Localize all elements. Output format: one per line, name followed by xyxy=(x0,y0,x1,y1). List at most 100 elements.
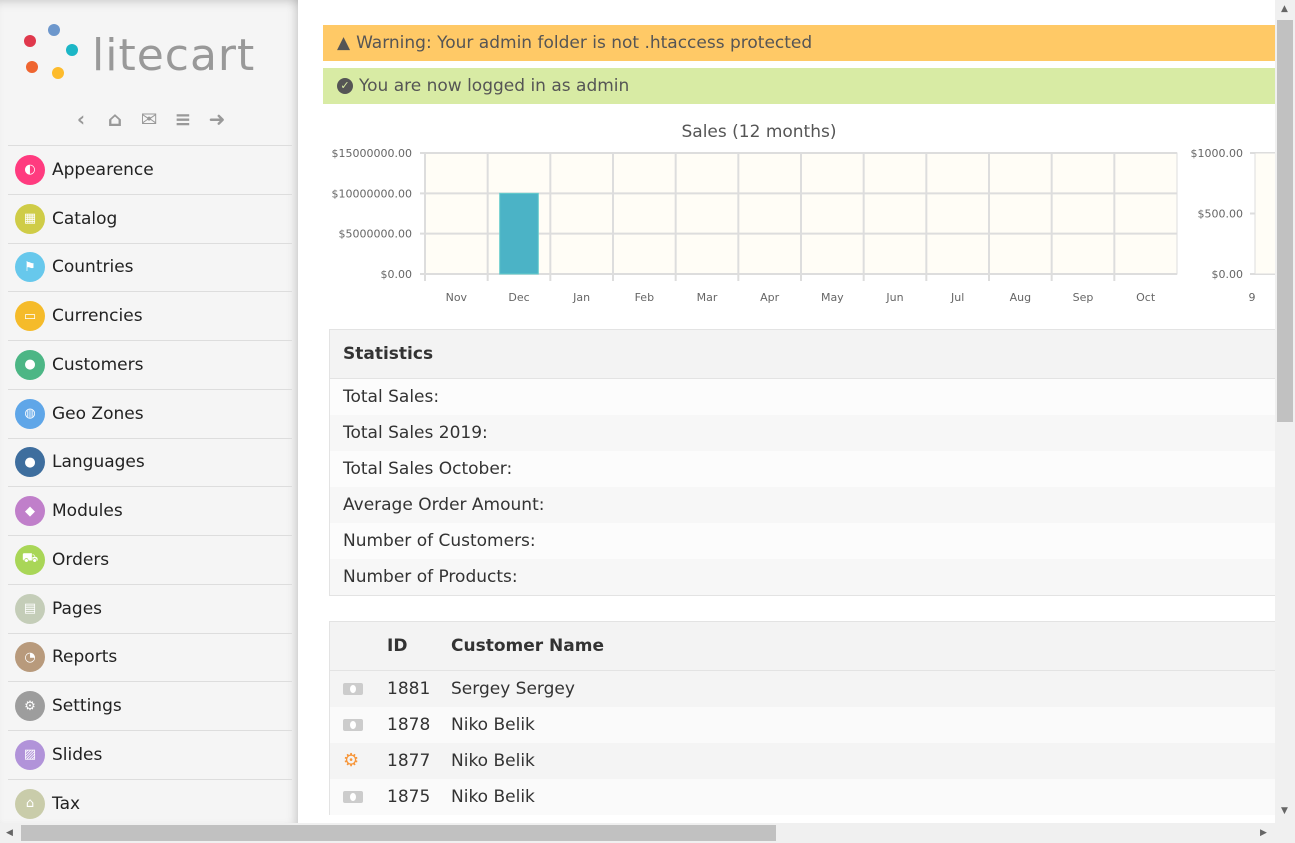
warning-icon: ▲ xyxy=(337,33,351,53)
check-circle-icon: ✓ xyxy=(337,78,353,94)
customer-name: Niko Belik xyxy=(451,715,535,735)
customer-name: Sergey Sergey xyxy=(451,679,575,699)
y-tick-label: $10000000.00 xyxy=(332,187,412,200)
sidebar-item-label: Customers xyxy=(52,354,144,375)
sidebar-item-label: Pages xyxy=(52,598,103,619)
scroll-down-arrow[interactable]: ▼ xyxy=(1281,806,1288,816)
sidebar-item-settings[interactable]: ⚙ Settings xyxy=(8,681,292,730)
table-header: ID Customer Name xyxy=(330,622,1275,671)
sidebar-item-label: Orders xyxy=(52,549,110,570)
warning-alert: ▲ Warning: Your admin folder is not .htac… xyxy=(323,25,1275,61)
secondary-plot-area xyxy=(1254,152,1275,275)
order-id: 1877 xyxy=(387,751,431,771)
table-row[interactable]: 1875 Niko Belik xyxy=(330,779,1275,815)
gears-icon: ⚙ xyxy=(15,691,45,722)
image-icon: ▨ xyxy=(15,739,45,770)
sidebar-item-label: Appearence xyxy=(52,159,154,180)
mail-icon[interactable]: ✉ xyxy=(138,107,160,131)
x-tick-label: Nov xyxy=(446,291,468,304)
sidebar-item-reports[interactable]: ◔ Reports xyxy=(8,632,292,682)
sidebar-item-label: Slides xyxy=(52,744,103,765)
x-tick-label: May xyxy=(821,291,844,304)
secondary-y-tick-label: $1000.00 xyxy=(1191,147,1244,160)
sidebar-item-customers[interactable]: ● Customers xyxy=(8,340,292,389)
x-tick-label: Dec xyxy=(508,291,529,304)
y-tick-label: $0.00 xyxy=(381,268,413,281)
orders-table: ID Customer Name 1881 Sergey Sergey 1878 Ni… xyxy=(329,621,1275,815)
horizontal-scroll-thumb[interactable] xyxy=(21,825,776,841)
sidebar-item-slides[interactable]: ▨ Slides xyxy=(8,730,292,779)
chart-title: Sales (12 months) xyxy=(682,122,837,142)
column-customer-name[interactable]: Customer Name xyxy=(451,636,604,656)
back-icon[interactable]: ‹ xyxy=(70,107,92,131)
adjust-icon: ◐ xyxy=(15,154,45,185)
sidebar-item-tax[interactable]: ⌂ Tax xyxy=(8,778,292,828)
order-id: 1878 xyxy=(387,715,431,735)
globe-icon: ◍ xyxy=(15,398,45,429)
x-tick-label: Jan xyxy=(572,291,590,304)
money-icon xyxy=(343,683,363,695)
database-icon[interactable]: ≡ xyxy=(172,107,194,131)
x-tick-label: Jul xyxy=(950,291,964,304)
sidebar: litecart ‹ ⌂ ✉ ≡ ➜ ◐ Appearence ▦ Catalog ⚑ Count… xyxy=(0,0,298,823)
sidebar-item-currencies[interactable]: ▭ Currencies xyxy=(8,291,292,340)
sidebar-item-label: Catalog xyxy=(52,208,118,229)
sidebar-item-label: Countries xyxy=(52,257,134,278)
x-tick-label: Sep xyxy=(1073,291,1094,304)
x-tick-label: Jun xyxy=(885,291,903,304)
secondary-y-tick-label: $500.00 xyxy=(1198,208,1244,221)
sidebar-item-appearence[interactable]: ◐ Appearence xyxy=(8,145,292,194)
secondary-y-tick-label: $0.00 xyxy=(1212,268,1244,281)
table-row[interactable]: 1878 Niko Belik xyxy=(330,707,1275,743)
table-row[interactable]: ⚙ 1877 Niko Belik xyxy=(330,743,1275,779)
litecart-logo[interactable]: litecart xyxy=(22,22,282,82)
bank-icon: ⌂ xyxy=(15,788,45,819)
money-icon xyxy=(343,719,363,731)
sidebar-item-languages[interactable]: ● Languages xyxy=(8,437,292,487)
sidebar-menu: ◐ Appearence ▦ Catalog ⚑ Countries ▭ Currencies… xyxy=(8,145,292,828)
vertical-scroll-thumb[interactable] xyxy=(1277,20,1293,422)
y-tick-label: $15000000.00 xyxy=(332,147,412,160)
x-tick-label: Apr xyxy=(760,291,780,304)
success-alert: ✓ You are now logged in as admin xyxy=(323,68,1275,104)
sidebar-item-pages[interactable]: ▤ Pages xyxy=(8,583,292,633)
sidebar-item-label: Languages xyxy=(52,452,145,473)
file-icon: ▤ xyxy=(15,593,45,624)
statistics-row: Number of Customers: xyxy=(330,523,1275,559)
secondary-x-tick-label: 9 xyxy=(1249,291,1256,304)
sidebar-item-orders[interactable]: ⛟ Orders xyxy=(8,535,292,584)
horizontal-scrollbar[interactable]: ◀ ▶ xyxy=(0,823,1295,843)
vertical-scrollbar[interactable]: ▲ ▼ xyxy=(1275,0,1295,823)
gear-icon: ⚙ xyxy=(343,750,360,771)
home-icon[interactable]: ⌂ xyxy=(104,107,126,131)
table-row[interactable]: 1881 Sergey Sergey xyxy=(330,671,1275,707)
logout-icon[interactable]: ➜ xyxy=(206,107,228,131)
quick-links: ‹ ⌂ ✉ ≡ ➜ xyxy=(0,107,298,131)
sidebar-item-label: Modules xyxy=(52,501,123,522)
sidebar-item-label: Tax xyxy=(52,793,81,814)
sidebar-item-geo-zones[interactable]: ◍ Geo Zones xyxy=(8,388,292,438)
scroll-left-arrow[interactable]: ◀ xyxy=(6,828,13,838)
statistics-row: Total Sales 2019: xyxy=(330,415,1275,451)
customer-name: Niko Belik xyxy=(451,751,535,771)
cart-icon: ⛟ xyxy=(15,544,45,575)
comments-icon: ● xyxy=(15,447,45,478)
user-icon: ● xyxy=(15,349,45,380)
sidebar-item-catalog[interactable]: ▦ Catalog xyxy=(8,193,292,243)
scroll-right-arrow[interactable]: ▶ xyxy=(1260,828,1267,838)
column-id[interactable]: ID xyxy=(387,636,451,656)
statistics-row: Number of Products: xyxy=(330,559,1275,595)
x-tick-label: Mar xyxy=(697,291,718,304)
customer-name: Niko Belik xyxy=(451,787,535,807)
sales-chart: Sales (12 months) $0.00 $5000000.00 $100000… xyxy=(332,122,1275,304)
main-content: ▲ Warning: Your admin folder is not .htac… xyxy=(298,0,1275,823)
sidebar-item-label: Settings xyxy=(52,696,122,717)
sidebar-item-countries[interactable]: ⚑ Countries xyxy=(8,242,292,292)
scroll-up-arrow[interactable]: ▲ xyxy=(1281,4,1288,14)
sidebar-item-modules[interactable]: ◆ Modules xyxy=(8,486,292,535)
svg-text:litecart: litecart xyxy=(92,30,255,81)
statistics-panel: Statistics Total Sales: Total Sales 2019:… xyxy=(329,329,1275,596)
sidebar-item-label: Reports xyxy=(52,647,118,668)
bar-dec xyxy=(499,192,539,275)
warning-text: Warning: Your admin folder is not .htacc… xyxy=(356,33,813,53)
